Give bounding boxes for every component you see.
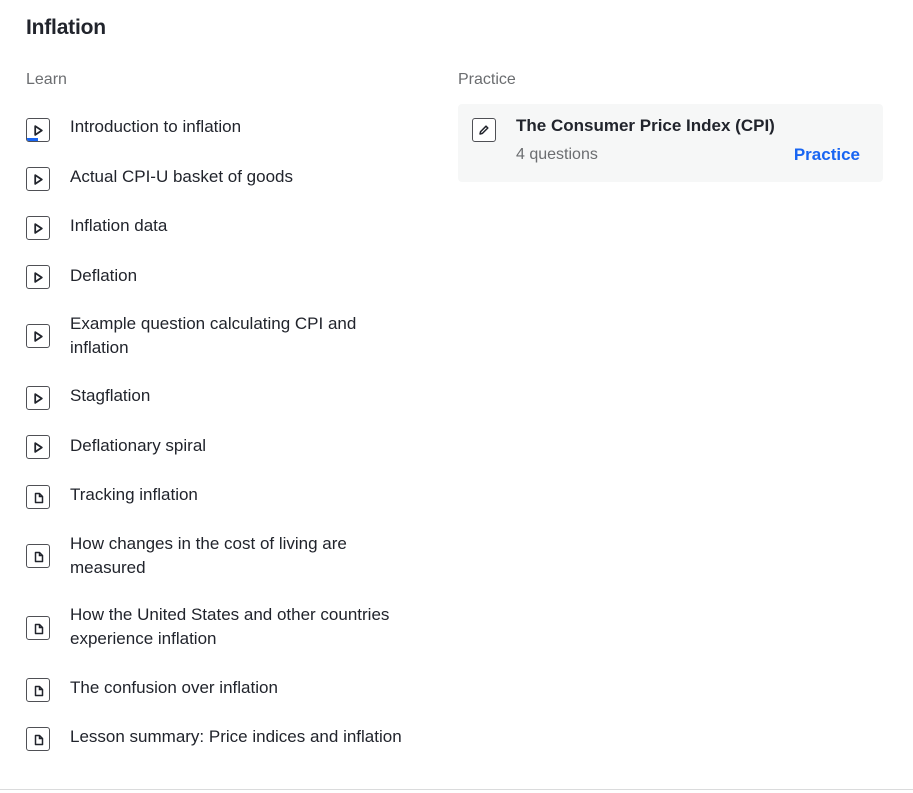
learn-item[interactable]: The confusion over inflation [26,676,426,702]
bottom-divider [0,789,913,790]
video-play-icon [26,167,50,191]
learn-item[interactable]: Deflation [26,264,426,289]
learn-item[interactable]: Introduction to inflation [26,116,426,142]
article-icon [26,485,50,509]
practice-title: The Consumer Price Index (CPI) [516,116,775,135]
learn-item-title: Deflationary spiral [70,436,207,455]
learn-item-title: Actual CPI-U basket of goods [70,167,294,186]
learn-item-title: Lesson summary: Price indices and inflat… [70,727,402,746]
learn-item-title: Inflation data [70,216,168,235]
learn-item-title: The confusion over inflation [70,678,278,697]
video-play-icon [26,265,50,289]
learn-item[interactable]: Lesson summary: Price indices and inflat… [26,725,426,751]
learn-item[interactable]: Stagflation [26,384,426,410]
learn-item[interactable]: Actual CPI-U basket of goods [26,165,426,191]
article-icon [26,616,50,640]
learn-item-title: Deflation [70,266,138,285]
learn-item-title: Example question calculating CPI and inf… [70,314,357,357]
learn-item[interactable]: How the United States and other countrie… [26,603,426,651]
learn-item-title: How changes in the cost of living are me… [70,534,347,577]
pencil-icon [472,118,496,142]
practice-section-label: Practice [458,71,516,88]
practice-card[interactable]: The Consumer Price Index (CPI) 4 questio… [458,104,883,182]
video-play-icon [26,435,50,459]
learn-item[interactable]: Tracking inflation [26,483,426,509]
video-play-icon [26,324,50,348]
article-icon [26,727,50,751]
learn-list: Introduction to inflation Actual CPI-U b… [26,0,426,793]
video-play-icon [26,386,50,410]
practice-question-count: 4 questions [516,146,598,163]
video-progress-bar [27,138,38,141]
video-play-icon [26,118,50,142]
learn-item[interactable]: Inflation data [26,214,426,240]
learn-item[interactable]: Deflationary spiral [26,434,426,459]
learn-item[interactable]: How changes in the cost of living are me… [26,532,426,580]
learn-item-title: Tracking inflation [70,485,198,504]
article-icon [26,544,50,568]
practice-button[interactable]: Practice [794,145,860,165]
learn-item-title: Stagflation [70,386,151,405]
video-play-icon [26,216,50,240]
learn-item-title: How the United States and other countrie… [70,605,390,648]
article-icon [26,678,50,702]
learn-item[interactable]: Example question calculating CPI and inf… [26,312,426,360]
learn-item-title: Introduction to inflation [70,117,242,136]
